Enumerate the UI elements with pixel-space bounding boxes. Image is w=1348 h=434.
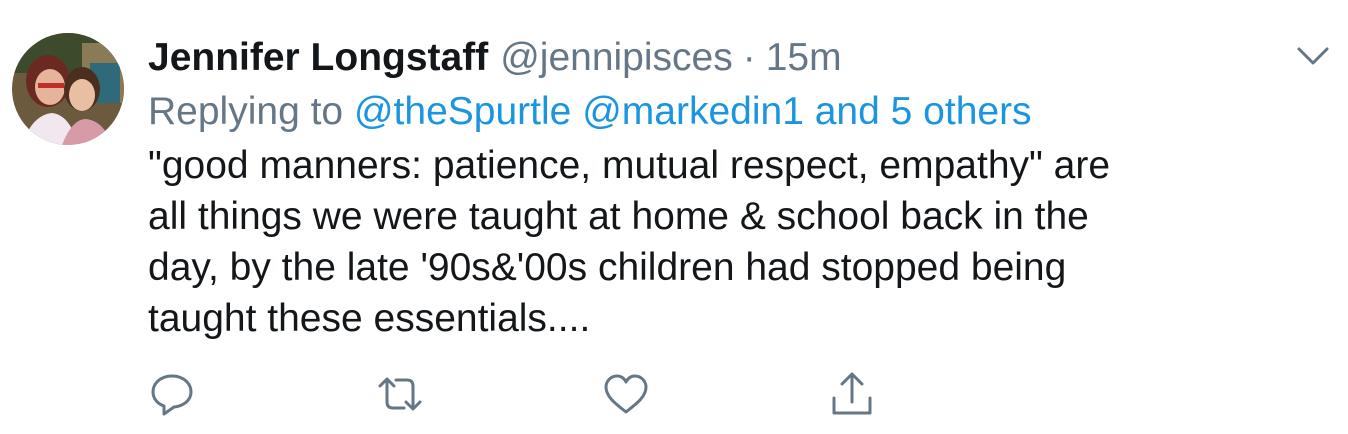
heart-icon xyxy=(604,374,648,414)
replying-to-label: Replying to xyxy=(148,90,344,133)
author-handle[interactable]: @jennipisces xyxy=(500,30,733,86)
mention-others[interactable]: and 5 others xyxy=(815,90,1032,133)
share-button[interactable] xyxy=(828,372,876,418)
reply-icon xyxy=(151,374,193,416)
avatar[interactable] xyxy=(12,33,124,145)
timestamp[interactable]: 15m xyxy=(766,30,842,86)
separator-dot: · xyxy=(742,36,756,79)
like-button[interactable] xyxy=(602,372,650,418)
tweet-text-line: "good manners: patience, mutual respect,… xyxy=(148,144,1111,187)
avatar-photo xyxy=(12,33,124,145)
reply-button[interactable] xyxy=(148,372,196,418)
replying-to: Replying to @theSpurtle @markedin1 and 5… xyxy=(148,86,1308,138)
tweet-content: Jennifer Longstaff @jennipisces · 15m Re… xyxy=(148,30,1308,344)
author-name[interactable]: Jennifer Longstaff xyxy=(148,30,488,86)
tweet-text-line: taught these essentials.... xyxy=(148,297,591,340)
tweet-header: Jennifer Longstaff @jennipisces · 15m xyxy=(148,30,1308,86)
share-icon xyxy=(832,372,872,415)
tweet-card[interactable]: Jennifer Longstaff @jennipisces · 15m Re… xyxy=(0,0,1348,434)
mention-thespurtle[interactable]: @theSpurtle xyxy=(354,90,571,133)
retweet-icon xyxy=(378,377,422,411)
chevron-down-icon xyxy=(1297,47,1329,65)
tweet-text: "good manners: patience, mutual respect,… xyxy=(148,140,1308,344)
tweet-text-line: day, by the late '90s&'00s children had … xyxy=(148,246,1067,289)
retweet-button[interactable] xyxy=(376,372,424,418)
more-options-button[interactable] xyxy=(1296,44,1330,68)
mention-markedin1[interactable]: @markedin1 xyxy=(582,90,804,133)
tweet-text-line: all things we were taught at home & scho… xyxy=(148,195,1089,238)
